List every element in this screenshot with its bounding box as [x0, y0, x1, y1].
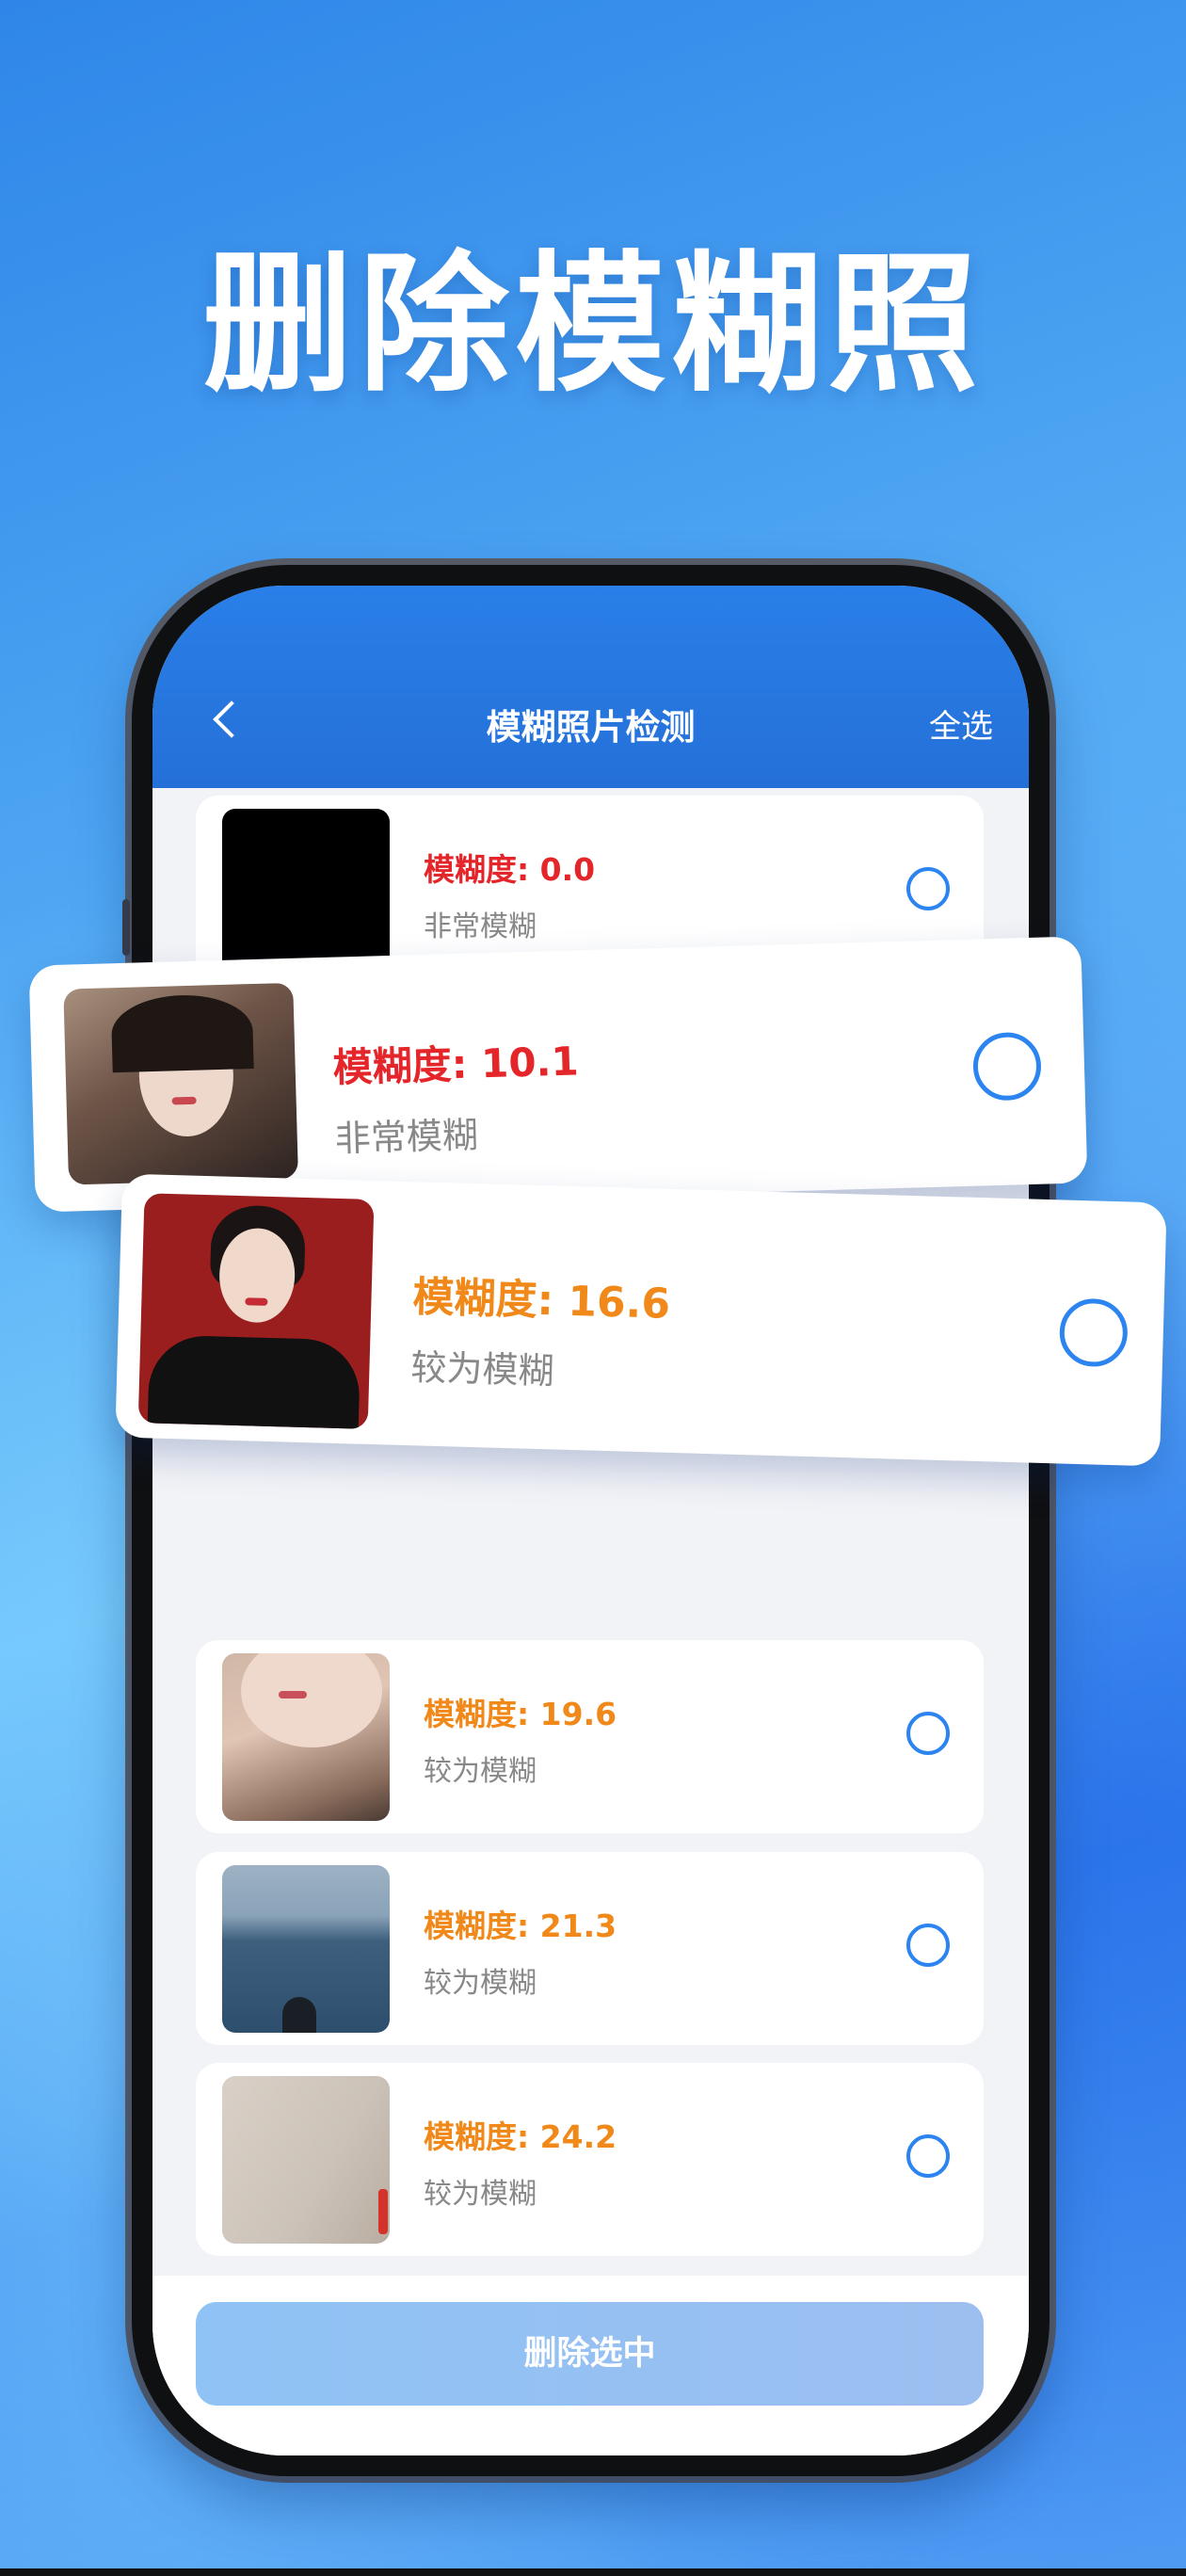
floating-card[interactable]: 模糊度: 16.6 较为模糊	[115, 1173, 1167, 1467]
blur-score: 模糊度: 21.3	[424, 1908, 617, 1944]
photo-thumbnail	[63, 982, 298, 1185]
list-item[interactable]: 模糊度: 19.6 较为模糊	[196, 1640, 984, 1833]
photo-thumbnail	[222, 1865, 390, 2033]
blur-score: 模糊度: 19.6	[424, 1696, 617, 1732]
list-item[interactable]: 模糊度: 21.3 较为模糊	[196, 1852, 984, 2045]
list-item[interactable]: 模糊度: 24.2 较为模糊	[196, 2063, 984, 2256]
select-radio[interactable]	[971, 1031, 1042, 1102]
photo-thumbnail	[222, 1653, 390, 1821]
select-all-button[interactable]: 全选	[929, 700, 993, 747]
blur-level: 较为模糊	[424, 1755, 537, 1788]
photo-thumbnail	[222, 809, 390, 976]
nav-bar: 模糊照片检测 全选	[152, 586, 1029, 788]
select-radio[interactable]	[1058, 1297, 1129, 1368]
blur-level: 较为模糊	[424, 2178, 537, 2211]
bottom-bar: 删除选中	[152, 2276, 1029, 2455]
floating-card[interactable]: 模糊度: 10.1 非常模糊	[28, 936, 1088, 1213]
blur-level: 较为模糊	[424, 1967, 537, 2000]
select-radio[interactable]	[906, 1712, 950, 1755]
phone-screen: 模糊照片检测 全选 模糊度: 0.0 非常模糊 模糊度: 19.6 较为模糊 模…	[152, 586, 1029, 2455]
phone-side-button	[122, 899, 130, 956]
blur-score: 模糊度: 24.2	[424, 2118, 617, 2155]
photo-thumbnail	[222, 2076, 390, 2244]
select-radio[interactable]	[906, 2134, 950, 2178]
blur-level: 非常模糊	[424, 910, 537, 943]
page-title: 模糊照片检测	[486, 707, 696, 748]
delete-selected-button[interactable]: 删除选中	[196, 2302, 984, 2406]
select-radio[interactable]	[906, 867, 950, 910]
select-radio[interactable]	[906, 1924, 950, 1967]
blur-score: 模糊度: 16.6	[411, 1273, 671, 1328]
blur-level: 非常模糊	[334, 1114, 479, 1160]
blur-level: 较为模糊	[409, 1346, 555, 1393]
bottom-edge	[0, 2568, 1186, 2576]
photo-thumbnail	[137, 1193, 375, 1429]
blur-score: 模糊度: 10.1	[332, 1038, 580, 1091]
hero-title: 删除模糊照	[201, 236, 984, 412]
blur-score: 模糊度: 0.0	[424, 851, 596, 888]
